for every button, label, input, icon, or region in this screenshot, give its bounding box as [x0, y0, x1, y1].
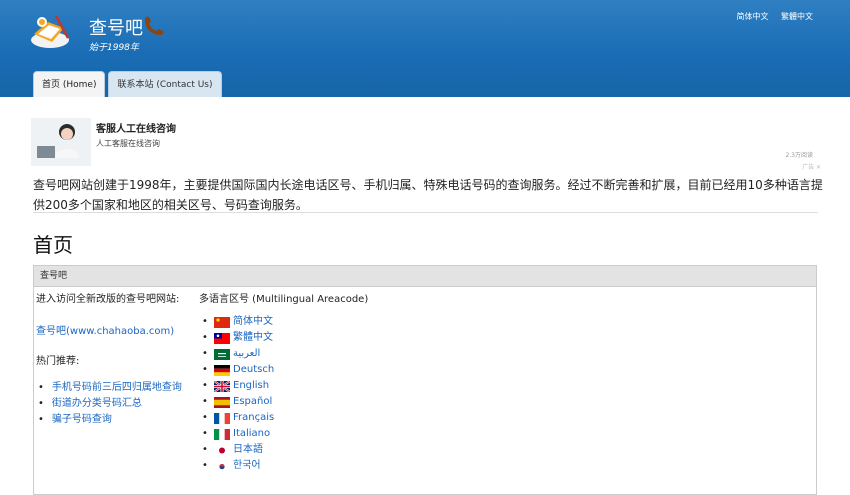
lang-link-traditional[interactable]: 繁體中文 — [781, 12, 813, 21]
hot-item-street-office[interactable]: 街道办分类号码汇总 — [36, 396, 182, 412]
ad-title[interactable]: 客服人工在线咨询 — [96, 120, 176, 135]
taiwan-flag-icon — [214, 332, 230, 344]
divider — [33, 212, 818, 213]
italy-flag-icon — [214, 428, 230, 440]
lang-link-simplified[interactable]: 简体中文 — [736, 12, 768, 21]
saudi-flag-icon — [214, 348, 230, 360]
ad-read-count: 2.3万阅读 — [785, 152, 813, 159]
uk-flag-icon — [214, 380, 230, 392]
language-item-es[interactable]: • Español — [202, 394, 274, 410]
language-item-kr[interactable]: • 한국어 — [202, 458, 274, 474]
france-flag-icon — [214, 412, 230, 424]
hot-list: 手机号码前三后四归属地查询 街道办分类号码汇总 骗子号码查询 — [36, 380, 182, 428]
site-intro: 查号吧网站创建于1998年，主要提供国际国内长途电话区号、手机归属、特殊电话号码… — [33, 178, 823, 212]
language-item-fr[interactable]: • Français — [202, 410, 274, 426]
ad-close-mark[interactable]: 广告 ✕ — [802, 162, 821, 171]
language-item-tw[interactable]: • 繁體中文 — [202, 330, 274, 346]
korea-flag-icon — [214, 460, 230, 472]
china-flag-icon — [214, 316, 230, 328]
tab-contact[interactable]: 联系本站 (Contact Us) — [108, 71, 222, 97]
header-language-links: 简体中文 繁體中文 — [726, 11, 813, 22]
enter-site-text: 进入访问全新改版的查号吧网站: — [36, 294, 180, 305]
language-item-it[interactable]: • Italiano — [202, 426, 274, 442]
language-item-cn[interactable]: • 简体中文 — [202, 314, 274, 330]
tab-home[interactable]: 首页 (Home) — [33, 71, 106, 97]
ad-subtitle: 人工客服在线咨询 — [96, 139, 160, 148]
hot-recommend-label: 热门推荐: — [36, 356, 80, 367]
site-logo-icon[interactable] — [28, 12, 72, 50]
site-header: 查号吧 始于1998年 简体中文 繁體中文 首页 (Home) 联系本站 (Co… — [0, 0, 850, 97]
germany-flag-icon — [214, 364, 230, 376]
language-list: • 简体中文 • 繁體中文 • العربية • Deutsch • Engl… — [202, 314, 274, 474]
hot-item-mobile-lookup[interactable]: 手机号码前三后四归属地查询 — [36, 380, 182, 396]
japan-flag-icon — [214, 444, 230, 456]
ad-image[interactable] — [31, 118, 91, 166]
spain-flag-icon — [214, 396, 230, 408]
language-item-gb[interactable]: • English — [202, 378, 274, 394]
language-item-sa[interactable]: • العربية — [202, 346, 274, 362]
site-title[interactable]: 查号吧 — [89, 14, 143, 40]
language-item-de[interactable]: • Deutsch — [202, 362, 274, 378]
content-panel: 查号吧 进入访问全新改版的查号吧网站: 多语言区号 (Multilingual … — [33, 265, 817, 495]
phone-icon — [145, 16, 164, 35]
site-link[interactable]: 查号吧(www.chahaoba.com) — [36, 322, 174, 337]
site-slogan: 始于1998年 — [89, 43, 139, 53]
nav-tabs: 首页 (Home) 联系本站 (Contact Us) — [33, 71, 222, 97]
panel-title: 查号吧 — [34, 266, 816, 287]
ad-banner[interactable]: 客服人工在线咨询 人工客服在线咨询 2.3万阅读 广告 ✕ — [31, 118, 821, 171]
language-item-jp[interactable]: • 日本語 — [202, 442, 274, 458]
multilingual-label: 多语言区号 (Multilingual Areacode) — [199, 294, 369, 305]
hot-item-scam-lookup[interactable]: 骗子号码查询 — [36, 412, 182, 428]
page-title: 首页 — [33, 233, 73, 257]
